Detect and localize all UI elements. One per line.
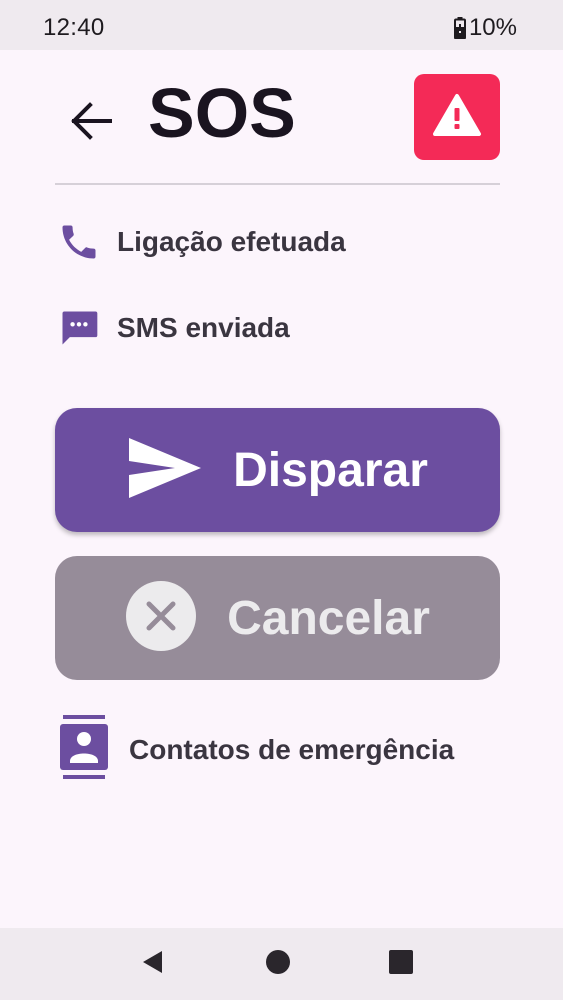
battery-percent: 10% — [468, 14, 517, 41]
arrow-left-icon — [68, 101, 114, 146]
nav-home-button[interactable] — [260, 946, 296, 982]
nav-back-icon — [140, 949, 164, 980]
contacts-icon — [57, 715, 111, 784]
nav-recents-button[interactable] — [383, 946, 419, 982]
fire-button-label: Disparar — [233, 443, 428, 497]
fire-button[interactable]: Disparar — [55, 408, 500, 532]
status-item-call: Ligação efetuada — [57, 220, 346, 264]
battery-icon — [453, 17, 466, 40]
header-divider — [55, 183, 500, 185]
phone-icon — [57, 220, 101, 264]
status-bar: 12:40 10% — [0, 0, 563, 50]
status-item-label: Ligação efetuada — [117, 226, 346, 257]
back-button[interactable] — [62, 94, 120, 152]
battery-indicator: 10% — [453, 14, 517, 42]
emergency-contacts-label: Contatos de emergência — [129, 733, 455, 765]
alert-button[interactable] — [414, 74, 500, 160]
status-time: 12:40 — [43, 14, 105, 41]
send-icon — [127, 436, 203, 505]
nav-back-button[interactable] — [134, 946, 170, 982]
status-item-label: SMS enviada — [117, 312, 290, 343]
page-title: SOS — [148, 74, 296, 152]
sms-icon — [57, 306, 101, 350]
cancel-circle-icon — [125, 580, 197, 657]
emergency-contacts-link[interactable]: Contatos de emergência — [57, 715, 454, 784]
header: SOS — [0, 50, 563, 185]
cancel-button-label: Cancelar — [227, 591, 430, 645]
navigation-bar — [0, 928, 563, 1000]
cancel-button[interactable]: Cancelar — [55, 556, 500, 680]
warning-triangle-icon — [432, 93, 482, 142]
nav-home-icon — [264, 948, 292, 981]
status-item-sms: SMS enviada — [57, 306, 290, 350]
nav-recents-icon — [388, 949, 414, 980]
